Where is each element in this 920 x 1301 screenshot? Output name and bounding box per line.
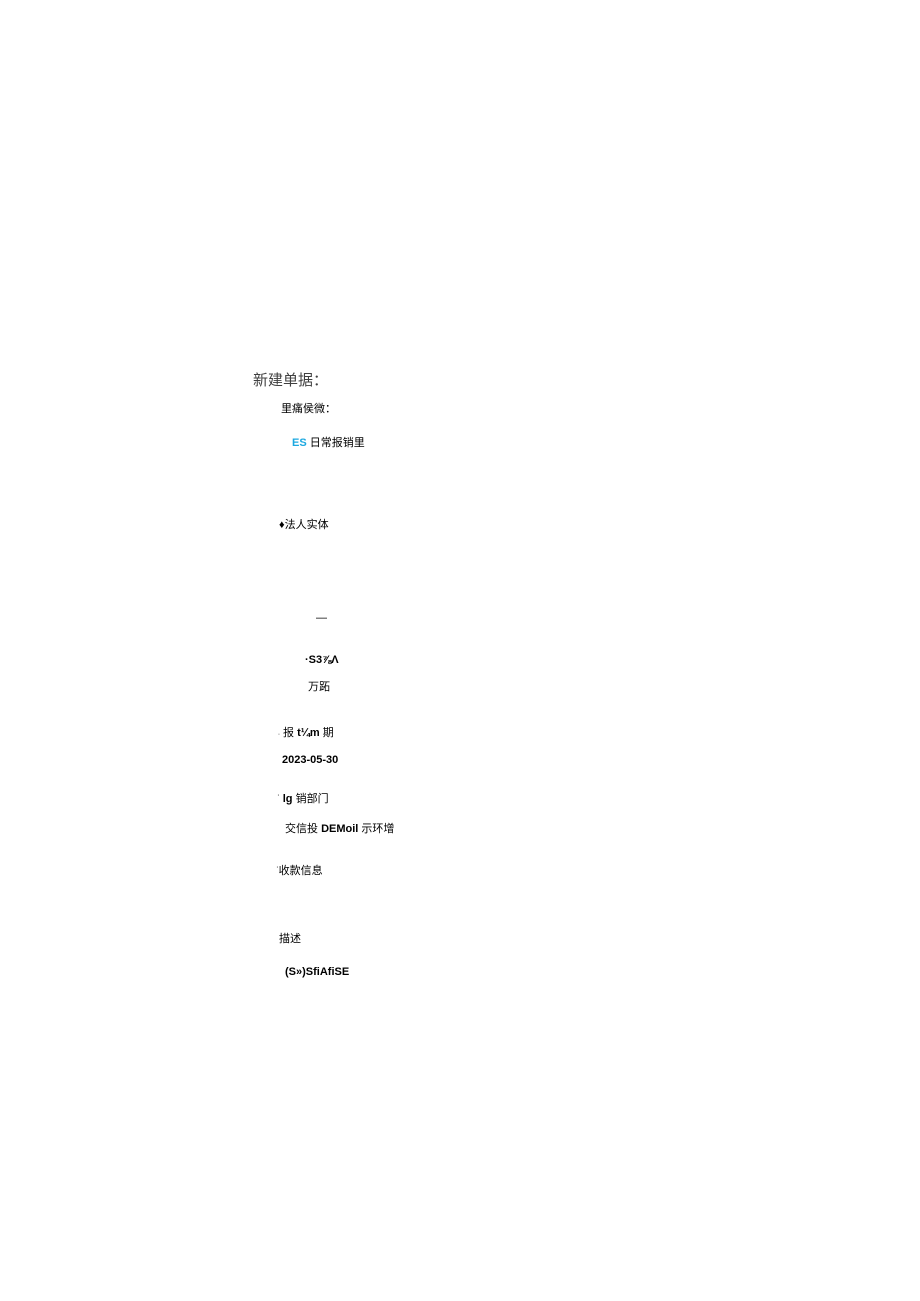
page-title: 新建单据： (253, 369, 653, 390)
sales-dept-bold: lg (283, 793, 293, 805)
subtitle-label: 里痛侯微： (281, 400, 653, 416)
sales-dept-label: · lg 销部门 (277, 790, 653, 806)
sales-value-prefix: 交信投 (285, 823, 318, 835)
payment-info-text: 收款信息 (279, 865, 323, 877)
dot-icon: · (277, 790, 280, 799)
legal-entity-label: ♦法人实体 (279, 516, 653, 532)
payment-info-label: ·收款信息 (276, 862, 653, 878)
wanshi-text: 万跖 (308, 678, 653, 694)
sales-dept-value: 交信投 DEMoil 示环增 (285, 820, 653, 836)
sales-dept-suffix: 销部门 (296, 793, 329, 805)
report-date-bold: t¼m (297, 727, 320, 739)
sales-value-bold: DEMoil (321, 823, 358, 835)
dash-symbol: — (316, 612, 653, 624)
es-tag: ES (292, 437, 307, 449)
description-label: 描述 (279, 930, 653, 946)
s37a-text: ·S3⅞Λ (305, 654, 653, 666)
sales-value-suffix: 示环增 (361, 823, 394, 835)
dot-icon: . (278, 730, 280, 737)
report-date-label: . 报 t¼m 期 (278, 724, 653, 740)
report-date-prefix: 报 (283, 727, 294, 739)
es-line: ES 日常报销里 (292, 434, 653, 450)
es-text: 日常报销里 (310, 437, 365, 449)
description-value: (S»)SfiAfiSE (285, 966, 653, 978)
report-date-suffix: 期 (323, 727, 334, 739)
report-date-value: 2023-05-30 (282, 754, 653, 766)
